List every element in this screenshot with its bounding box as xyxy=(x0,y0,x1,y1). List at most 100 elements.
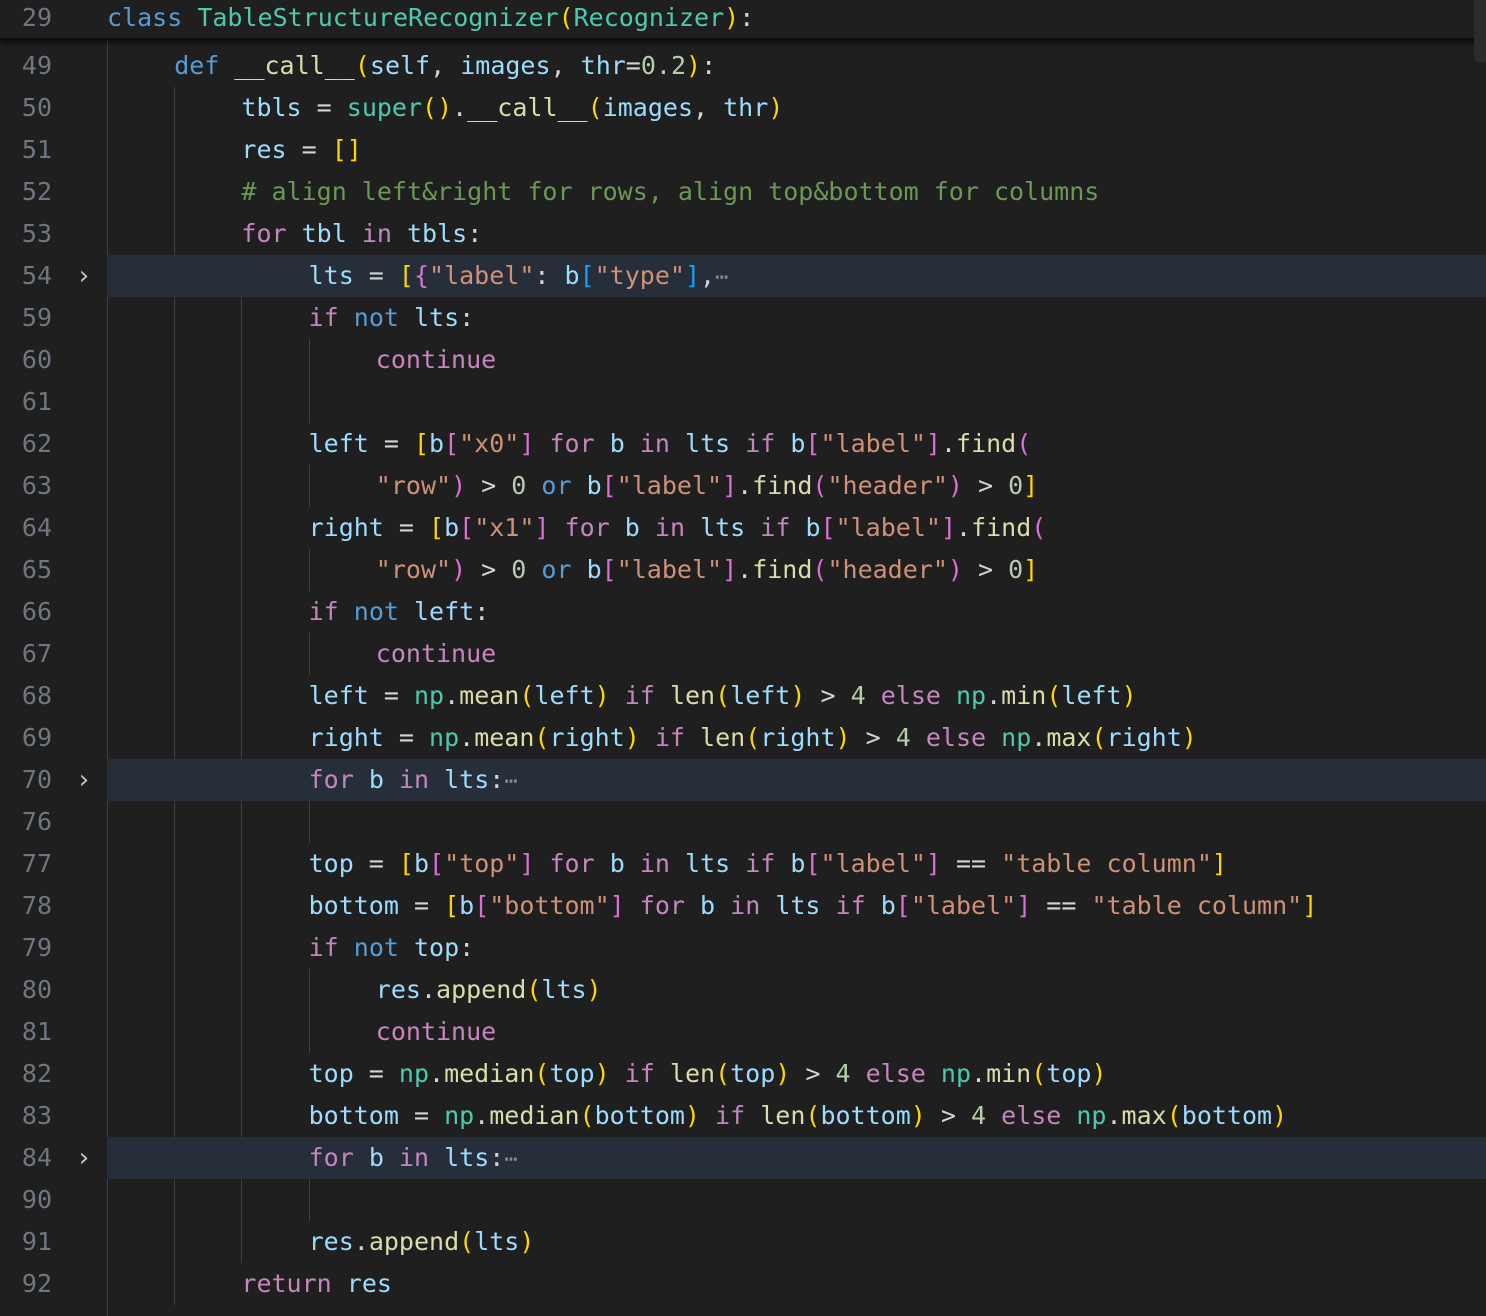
code-line[interactable]: 49 def __call__(self, images, thr=0.2): xyxy=(0,45,1486,87)
folded-code-line[interactable]: 54 › lts = [{"label": b["type"],⋯ xyxy=(0,255,1486,297)
code-text[interactable]: "row") > 0 or b["label"].find("header") … xyxy=(376,549,1038,591)
code-token: "label" xyxy=(429,261,535,290)
code-text[interactable]: res.append(lts) xyxy=(309,1221,535,1263)
code-text[interactable]: "row") > 0 or b["label"].find("header") … xyxy=(376,465,1038,507)
code-text[interactable]: if not lts: xyxy=(309,297,475,339)
code-text[interactable]: for b in lts:⋯ xyxy=(309,1137,518,1181)
code-line[interactable]: 79 if not top: xyxy=(0,927,1486,969)
code-text[interactable]: continue xyxy=(376,633,496,675)
code-line[interactable]: 51 res = [] xyxy=(0,129,1486,171)
code-text[interactable]: right = np.mean(right) if len(right) > 4… xyxy=(309,717,1197,759)
code-line[interactable]: 68 left = np.mean(left) if len(left) > 4 … xyxy=(0,675,1486,717)
code-text[interactable]: for b in lts:⋯ xyxy=(309,759,518,803)
folded-code-line[interactable]: 70 › for b in lts:⋯ xyxy=(0,759,1486,801)
code-token: b xyxy=(805,513,821,542)
code-line[interactable]: 64 right = [b["x1"] for b in lts if b["la… xyxy=(0,507,1486,549)
scrollbar-thumb[interactable] xyxy=(1474,0,1486,62)
code-line[interactable]: 77 top = [b["top"] for b in lts if b["lab… xyxy=(0,843,1486,885)
code-text[interactable]: top = [b["top"] for b in lts if b["label… xyxy=(309,843,1227,885)
code-line[interactable]: 67 continue xyxy=(0,633,1486,675)
fold-chevron-icon[interactable]: › xyxy=(70,255,98,297)
code-token: len xyxy=(760,1101,806,1130)
sticky-scroll-header[interactable]: 29 class TableStructureRecognizer(Recogn… xyxy=(0,0,1486,40)
code-text[interactable]: bottom = np.median(bottom) if len(bottom… xyxy=(309,1095,1288,1137)
code-text[interactable]: tbls = super().__call__(images, thr) xyxy=(241,87,783,129)
code-text[interactable]: if not left: xyxy=(309,591,490,633)
folded-code-line[interactable]: 84 › for b in lts:⋯ xyxy=(0,1137,1486,1179)
code-token: b xyxy=(790,429,806,458)
folded-ellipsis[interactable]: ⋯ xyxy=(504,1147,517,1172)
code-token: ) xyxy=(594,1059,610,1088)
code-token: ) xyxy=(1272,1101,1288,1130)
code-line[interactable]: 80 res.append(lts) xyxy=(0,969,1486,1011)
code-token: if xyxy=(835,891,866,920)
code-token: top xyxy=(308,1059,354,1088)
code-token: if xyxy=(654,723,685,752)
code-line[interactable]: 65 "row") > 0 or b["label"].find("header"… xyxy=(0,549,1486,591)
code-line[interactable]: 81 continue xyxy=(0,1011,1486,1053)
code-line[interactable]: 78 bottom = [b["bottom"] for b in lts if … xyxy=(0,885,1486,927)
code-line[interactable]: 83 bottom = np.median(bottom) if len(bott… xyxy=(0,1095,1486,1137)
code-token: bottom xyxy=(1181,1101,1273,1130)
folded-ellipsis[interactable]: ⋯ xyxy=(715,265,728,290)
code-token: ) xyxy=(910,1101,926,1130)
code-text[interactable]: lts = [{"label": b["type"],⋯ xyxy=(309,255,729,299)
code-text[interactable]: continue xyxy=(376,339,496,381)
code-text[interactable]: class TableStructureRecognizer(Recognize… xyxy=(107,0,754,36)
code-text[interactable]: bottom = [b["bottom"] for b in lts if b[… xyxy=(309,885,1318,927)
code-token: "row" xyxy=(375,471,452,500)
code-text[interactable]: # align left&right for rows, align top&b… xyxy=(241,171,1099,213)
code-text[interactable]: top = np.median(top) if len(top) > 4 els… xyxy=(309,1053,1107,1095)
code-text[interactable]: right = [b["x1"] for b in lts if b["labe… xyxy=(309,507,1047,549)
code-editor[interactable]: 29 class TableStructureRecognizer(Recogn… xyxy=(0,0,1486,1316)
code-text[interactable]: return res xyxy=(241,1263,392,1305)
code-token: max xyxy=(1121,1101,1167,1130)
code-line[interactable]: 50 tbls = super().__call__(images, thr) xyxy=(0,87,1486,129)
code-text[interactable]: left = np.mean(left) if len(left) > 4 el… xyxy=(309,675,1137,717)
code-line[interactable]: 52 # align left&right for rows, align top… xyxy=(0,171,1486,213)
line-number: 78 xyxy=(21,891,52,920)
code-token: : xyxy=(701,51,717,80)
code-text[interactable]: res = [] xyxy=(241,129,361,171)
code-token: , xyxy=(693,93,724,122)
code-line[interactable]: 92 return res xyxy=(0,1263,1486,1305)
fold-chevron-icon[interactable]: › xyxy=(70,1137,98,1179)
code-token: find xyxy=(752,471,813,500)
code-token: len xyxy=(669,681,716,710)
code-line[interactable]: 61 xyxy=(0,381,1486,423)
code-text[interactable]: res.append(lts) xyxy=(376,969,602,1011)
sticky-line[interactable]: 29 class TableStructureRecognizer(Recogn… xyxy=(0,0,1486,38)
code-line[interactable]: 91 res.append(lts) xyxy=(0,1221,1486,1263)
code-line[interactable]: 69 right = np.mean(right) if len(right) >… xyxy=(0,717,1486,759)
code-text[interactable]: if not top: xyxy=(309,927,475,969)
code-text[interactable]: for tbl in tbls: xyxy=(241,213,482,255)
fold-chevron-icon[interactable]: › xyxy=(70,759,98,801)
line-number: 60 xyxy=(21,345,52,374)
code-line[interactable]: 53 for tbl in tbls: xyxy=(0,213,1486,255)
code-line[interactable]: 90 xyxy=(0,1179,1486,1221)
code-text[interactable]: left = [b["x0"] for b in lts if b["label… xyxy=(309,423,1032,465)
code-token: "type" xyxy=(594,261,685,290)
code-line[interactable]: 76 xyxy=(0,801,1486,843)
code-line[interactable]: 82 top = np.median(top) if len(top) > 4 e… xyxy=(0,1053,1486,1095)
code-token: ] xyxy=(684,261,700,290)
code-line[interactable]: 62 left = [b["x0"] for b in lts if b["lab… xyxy=(0,423,1486,465)
code-line[interactable]: 66 if not left: xyxy=(0,591,1486,633)
code-token: left xyxy=(1061,681,1122,710)
code-line[interactable]: 63 "row") > 0 or b["label"].find("header"… xyxy=(0,465,1486,507)
line-number: 64 xyxy=(21,513,52,542)
line-number: 49 xyxy=(21,51,52,80)
code-token: if xyxy=(308,303,339,332)
code-token: min xyxy=(1001,681,1047,710)
code-token: or xyxy=(541,471,572,500)
code-token: [ xyxy=(820,513,836,542)
code-token: TableStructureRecognizer xyxy=(197,3,559,32)
code-line[interactable]: 60 continue xyxy=(0,339,1486,381)
folded-ellipsis[interactable]: ⋯ xyxy=(504,769,517,794)
code-line[interactable]: 59 if not lts: xyxy=(0,297,1486,339)
code-text[interactable]: def __call__(self, images, thr=0.2): xyxy=(174,45,716,87)
code-text[interactable]: continue xyxy=(376,1011,496,1053)
